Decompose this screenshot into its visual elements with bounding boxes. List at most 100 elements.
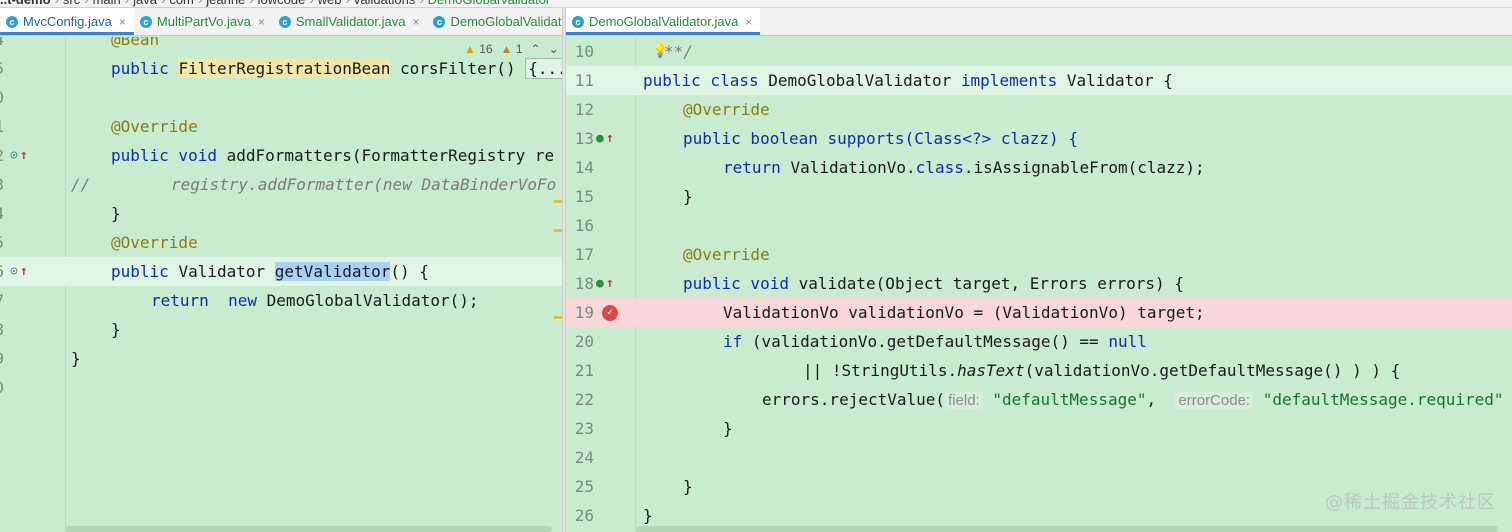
arrow-up-icon[interactable]: ↑ <box>20 257 28 286</box>
code-text: @Override <box>111 233 198 252</box>
breadcrumb: ..t-demo›src›main›java›com›jeanne›lowcod… <box>0 0 1512 8</box>
line-number: 4 <box>0 37 4 54</box>
line-number: 26 <box>574 506 594 525</box>
line-number: 6 <box>0 257 4 286</box>
overrides-method-icon[interactable]: ⊙ <box>10 141 18 170</box>
arrow-up-icon[interactable]: ↑ <box>20 141 28 170</box>
code-line: 17 @Override <box>566 240 1512 269</box>
line-number: 4 <box>0 199 4 228</box>
line-number: 17 <box>574 245 594 264</box>
code-text: return ValidationVo.class.isAssignableFr… <box>723 158 1205 177</box>
line-number: 0 <box>0 373 4 402</box>
code-text: } <box>111 204 121 223</box>
arrow-up-icon[interactable]: ↑ <box>606 124 614 153</box>
code-comment: // <box>71 175 91 194</box>
breadcrumb-separator: › <box>125 0 129 7</box>
code-text: } <box>111 320 121 339</box>
breadcrumb-item[interactable]: jeanne <box>206 0 245 7</box>
breadcrumb-item[interactable]: java <box>133 0 157 7</box>
class-icon: c <box>572 15 584 28</box>
line-number: 5 <box>0 54 4 83</box>
code-line: 23 } <box>566 414 1512 443</box>
editor-tab[interactable]: c MultiPartVo.java × <box>134 8 273 35</box>
code-text: return new DemoGlobalValidator(); <box>151 291 479 310</box>
code-line: 21 || !StringUtils.hasText(validationVo.… <box>566 356 1512 385</box>
editor-tab[interactable]: c SmallValidator.java × <box>273 8 428 35</box>
line-number: 15 <box>574 187 594 206</box>
implements-method-icon[interactable]: ● <box>596 269 604 298</box>
implements-method-icon[interactable]: ● <box>596 124 604 153</box>
error-stripe-mark[interactable] <box>554 200 562 203</box>
line-number: 20 <box>574 332 594 351</box>
breadcrumb-separator: › <box>161 0 165 7</box>
breadcrumb-item[interactable]: src <box>63 0 80 7</box>
class-icon: c <box>139 15 152 28</box>
code-text: public boolean supports(Class<?> clazz) … <box>683 129 1078 148</box>
error-stripe-mark[interactable] <box>554 229 562 232</box>
watermark: @稀土掘金技术社区 <box>1325 492 1496 513</box>
close-icon[interactable]: × <box>258 15 265 29</box>
current-line: 11 public class DemoGlobalValidator impl… <box>566 66 1512 95</box>
line-number: 2 <box>0 141 4 170</box>
code-text: ValidationVo validationVo = (ValidationV… <box>723 303 1205 322</box>
line-number: 1 <box>0 112 4 141</box>
code-line: 3 // registry.addFormatter(new DataBinde… <box>0 170 562 199</box>
arrow-up-icon[interactable]: ↑ <box>606 269 614 298</box>
code-line: 12 @Override <box>566 95 1512 124</box>
horizontal-scrollbar[interactable] <box>636 526 1498 532</box>
code-line: 15 } <box>566 182 1512 211</box>
code-line: 1 @Override <box>0 112 562 141</box>
code-line: 0 <box>0 83 562 112</box>
code-text: public void validate(Object target, Erro… <box>683 274 1184 293</box>
breadcrumb-item[interactable]: DemoGlobalValidator <box>428 0 551 7</box>
line-number: 13 <box>574 129 594 148</box>
horizontal-scrollbar[interactable] <box>66 526 552 532</box>
code-comment: registry.addFormatter(new DataBinderVoFo <box>171 175 557 194</box>
breakpoint-icon[interactable]: ✓ <box>602 305 618 321</box>
code-line: 10 💡 **/ <box>566 37 1512 66</box>
code-text: @Bean <box>111 37 160 49</box>
close-icon[interactable]: × <box>119 15 126 29</box>
tab-label: SmallValidator.java <box>295 14 406 29</box>
editor-tab[interactable]: cDemoGlobalValidator.× <box>427 8 562 35</box>
tab-label: MvcConfig.java <box>23 14 112 29</box>
overrides-method-icon[interactable]: ⊙ <box>10 257 18 286</box>
code-line: 14 return ValidationVo.class.isAssignabl… <box>566 153 1512 182</box>
close-icon[interactable]: × <box>412 15 419 29</box>
error-stripe-mark[interactable] <box>554 316 562 319</box>
parameter-hint: field: <box>945 392 983 409</box>
line-number: 7 <box>0 286 4 315</box>
breadcrumb-separator: › <box>309 0 313 7</box>
code-text: } <box>723 419 733 438</box>
close-icon[interactable]: × <box>745 15 752 29</box>
breadcrumb-separator: › <box>419 0 423 7</box>
right-editor[interactable]: 10 💡 **/ 11 public class DemoGlobalValid… <box>566 37 1512 532</box>
line-number: 0 <box>0 83 4 112</box>
code-line: 7 return new DemoGlobalValidator(); <box>0 286 562 315</box>
code-line: 22 errors.rejectValue(field: "defaultMes… <box>566 385 1512 414</box>
breadcrumb-item[interactable]: validations <box>354 0 415 7</box>
line-number: 16 <box>574 216 594 235</box>
breadcrumb-item[interactable]: lowcode <box>258 0 306 7</box>
line-number: 25 <box>574 477 594 496</box>
class-icon: c <box>278 15 291 28</box>
breadcrumb-item[interactable]: web <box>318 0 342 7</box>
code-text: || !StringUtils.hasText(validationVo.get… <box>803 361 1401 380</box>
editor-tab[interactable]: c MvcConfig.java × <box>0 8 134 35</box>
line-number: 24 <box>574 448 594 467</box>
selected-identifier[interactable]: getValidator <box>274 262 391 281</box>
breadcrumb-item[interactable]: main <box>93 0 121 7</box>
code-line: 5 public FilterRegistrationBean corsFilt… <box>0 54 562 83</box>
code-line: 20 if (validationVo.getDefaultMessage() … <box>566 327 1512 356</box>
left-editor[interactable]: ▲ 16 ▲ 1 ⌃ ⌄ 4 @Bean 5 public FilterRegi… <box>0 37 562 532</box>
tab-label: MultiPartVo.java <box>156 14 251 29</box>
editor-tab[interactable]: c DemoGlobalValidator.java × <box>566 8 761 35</box>
breadcrumb-item[interactable]: com <box>169 0 194 7</box>
code-line: 9 } <box>0 344 562 373</box>
folded-code-region[interactable]: {... <box>525 58 562 79</box>
line-number: 14 <box>574 158 594 177</box>
line-number: 23 <box>574 419 594 438</box>
code-text: if (validationVo.getDefaultMessage() == … <box>723 332 1147 351</box>
line-number: 12 <box>574 100 594 119</box>
breadcrumb-item[interactable]: ..t-demo <box>0 0 51 7</box>
